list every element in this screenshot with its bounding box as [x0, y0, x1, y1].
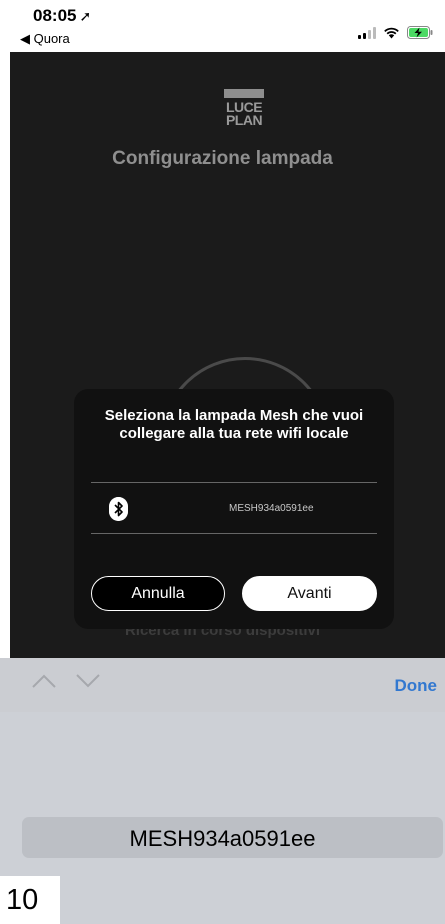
chevron-up-icon[interactable] [32, 674, 56, 688]
logo-bar [224, 89, 264, 98]
luceplan-logo: LUCE PLAN [224, 89, 264, 127]
logo-text-line2: PLAN [225, 112, 263, 128]
clock: 08:05 ➚ [33, 6, 91, 26]
status-bar: 08:05 ➚ ◀ Quora [0, 0, 445, 52]
picker-selected-value[interactable]: MESH934a0591ee [0, 826, 445, 852]
signal-icon [358, 26, 376, 39]
next-button[interactable]: Avanti [242, 576, 377, 611]
page-title: Configurazione lampada [112, 148, 333, 169]
bluetooth-icon [109, 497, 128, 521]
back-to-app-link[interactable]: ◀ Quora [20, 31, 70, 47]
select-lamp-dialog: Seleziona la lampada Mesh che vuoi colle… [74, 389, 394, 629]
keyboard-accessory-bar: Done [0, 658, 445, 712]
dialog-message: Seleziona la lampada Mesh che vuoi colle… [104, 407, 364, 442]
device-list-item[interactable]: MESH934a0591ee [91, 482, 377, 534]
battery-charging-icon [407, 26, 433, 39]
location-arrow-icon: ➚ [79, 8, 92, 24]
status-icons [358, 26, 433, 39]
chevron-down-icon[interactable] [76, 674, 100, 688]
device-name: MESH934a0591ee [229, 503, 314, 514]
clock-time: 08:05 [33, 6, 77, 25]
done-button[interactable]: Done [395, 676, 438, 696]
wifi-icon [384, 27, 399, 39]
page-number: 10 [0, 876, 60, 924]
cancel-button[interactable]: Annulla [91, 576, 225, 611]
device-picker[interactable]: MESH934a0591ee [0, 712, 445, 924]
